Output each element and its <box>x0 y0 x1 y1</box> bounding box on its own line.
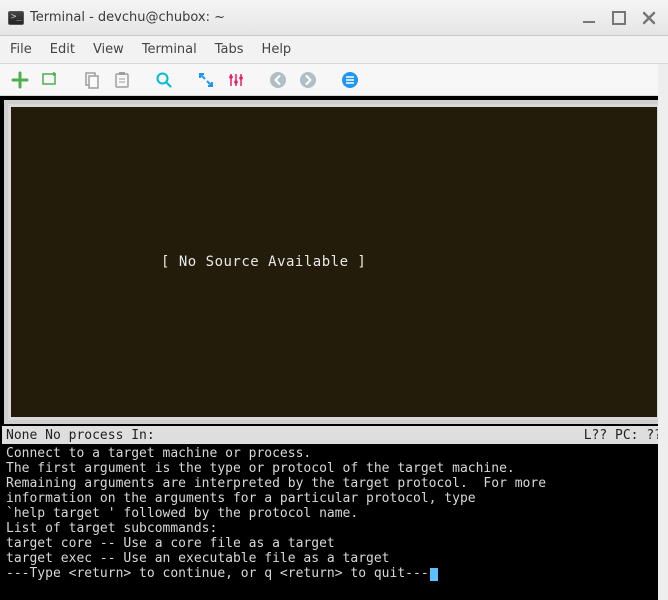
fullscreen-button[interactable] <box>194 68 218 92</box>
status-line: None No process In: L?? PC: ?? <box>2 426 666 444</box>
status-right: L?? PC: ?? <box>584 428 662 443</box>
console-line: Remaining arguments are interpreted by t… <box>6 476 662 491</box>
source-panel-message: [ No Source Available ] <box>161 254 366 270</box>
preferences-button[interactable] <box>224 68 248 92</box>
new-window-button[interactable] <box>38 68 62 92</box>
window-titlebar: Terminal - devchu@chubox: ~ <box>0 0 668 36</box>
toolbar <box>0 64 668 96</box>
forward-button[interactable] <box>296 68 320 92</box>
menu-file[interactable]: File <box>10 42 32 57</box>
maximize-button[interactable] <box>606 5 632 31</box>
console-line: List of target subcommands: <box>6 521 662 536</box>
console-output[interactable]: Connect to a target machine or process.T… <box>2 444 666 598</box>
menu-help[interactable]: Help <box>262 42 292 57</box>
console-line: target core -- Use a core file as a targ… <box>6 536 662 551</box>
console-line: target exec -- Use an executable file as… <box>6 551 662 566</box>
menu-edit[interactable]: Edit <box>50 42 75 57</box>
menu-tabs[interactable]: Tabs <box>215 42 244 57</box>
terminal-icon <box>8 11 24 25</box>
console-line: ---Type <return> to continue, or q <retu… <box>6 566 662 581</box>
menu-terminal[interactable]: Terminal <box>142 42 197 57</box>
cursor <box>430 568 438 581</box>
menu-button[interactable] <box>338 68 362 92</box>
minimize-button[interactable] <box>576 5 602 31</box>
source-panel-frame: [ No Source Available ] <box>4 100 664 424</box>
console-line: Connect to a target machine or process. <box>6 446 662 461</box>
new-tab-button[interactable] <box>8 68 32 92</box>
console-line: The first argument is the type or protoc… <box>6 461 662 476</box>
search-button[interactable] <box>152 68 176 92</box>
paste-button[interactable] <box>110 68 134 92</box>
window-title: Terminal - devchu@chubox: ~ <box>30 10 225 25</box>
console-line: information on the arguments for a parti… <box>6 491 662 506</box>
menu-view[interactable]: View <box>93 42 124 57</box>
menu-bar: File Edit View Terminal Tabs Help <box>0 36 668 64</box>
status-left: None No process In: <box>6 428 155 443</box>
copy-button[interactable] <box>80 68 104 92</box>
back-button[interactable] <box>266 68 290 92</box>
vertical-scrollbar[interactable] <box>658 64 668 600</box>
console-line: `help target ' followed by the protocol … <box>6 506 662 521</box>
close-button[interactable] <box>636 5 662 31</box>
source-panel: [ No Source Available ] <box>8 104 660 420</box>
terminal-area[interactable]: [ No Source Available ] None No process … <box>0 96 668 600</box>
